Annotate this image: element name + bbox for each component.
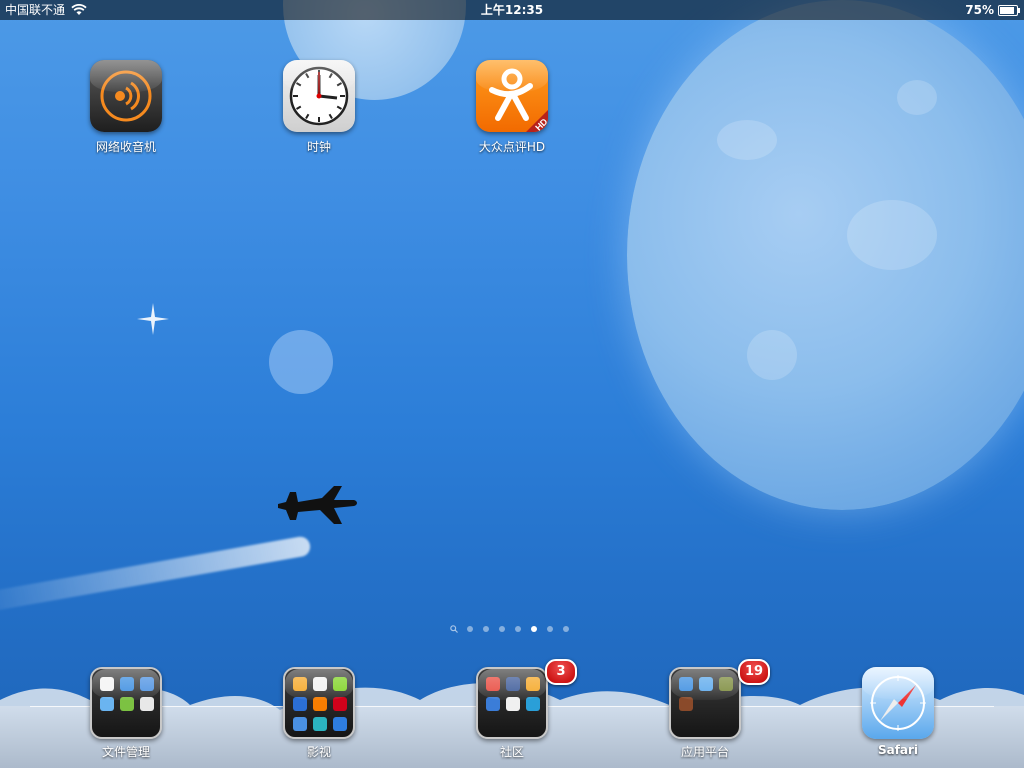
app-dianping[interactable]: HD 大众点评HD <box>457 60 567 155</box>
page-dot[interactable] <box>483 625 489 632</box>
folder-label: 影视 <box>306 745 331 759</box>
app-label: 时钟 <box>306 140 331 154</box>
notification-badge: 3 <box>545 659 577 685</box>
page-dot[interactable] <box>467 625 473 632</box>
notification-badge: 19 <box>738 659 770 685</box>
dianping-icon: HD <box>476 60 548 132</box>
folder-app-platform[interactable]: 19 应用平台 <box>650 659 770 760</box>
page-dot-active[interactable] <box>531 625 537 632</box>
status-bar: 中国联不通 上午12:35 75% <box>0 0 1024 20</box>
folder-icon <box>283 667 355 739</box>
app-radio[interactable]: 网络收音机 <box>71 60 181 155</box>
folder-label: 应用平台 <box>680 745 729 759</box>
folder-label: 文件管理 <box>101 745 150 759</box>
search-page-icon[interactable] <box>450 625 458 633</box>
clock-icon <box>283 60 355 132</box>
folder-label: 社区 <box>499 745 524 759</box>
light-orb-decoration <box>269 330 333 394</box>
radio-icon <box>90 60 162 132</box>
folder-community[interactable]: 3 社区 <box>457 659 577 760</box>
battery-percent: 75% <box>965 3 994 17</box>
folder-file-management[interactable]: 文件管理 <box>71 667 181 760</box>
sparkle-icon <box>137 303 169 335</box>
folder-icon <box>669 667 741 739</box>
app-label: 网络收音机 <box>95 140 156 154</box>
page-dot[interactable] <box>499 625 505 632</box>
page-dot[interactable] <box>515 625 521 632</box>
airplane-icon <box>278 486 357 524</box>
folder-icon <box>90 667 162 739</box>
contrail-decoration <box>0 535 312 613</box>
page-indicator[interactable] <box>450 625 569 633</box>
app-label: 大众点评HD <box>478 140 546 154</box>
page-dot[interactable] <box>547 625 553 632</box>
app-clock[interactable]: 时钟 <box>264 60 374 155</box>
app-label: Safari <box>877 743 919 757</box>
safari-compass-icon <box>862 667 934 739</box>
clock-time: 上午12:35 <box>480 3 544 17</box>
app-safari[interactable]: Safari <box>843 667 953 757</box>
moon-large-decoration <box>627 0 1024 510</box>
folder-icon <box>476 667 548 739</box>
page-dot[interactable] <box>563 625 569 632</box>
folder-video[interactable]: 影视 <box>264 667 374 760</box>
battery-icon <box>998 4 1020 16</box>
